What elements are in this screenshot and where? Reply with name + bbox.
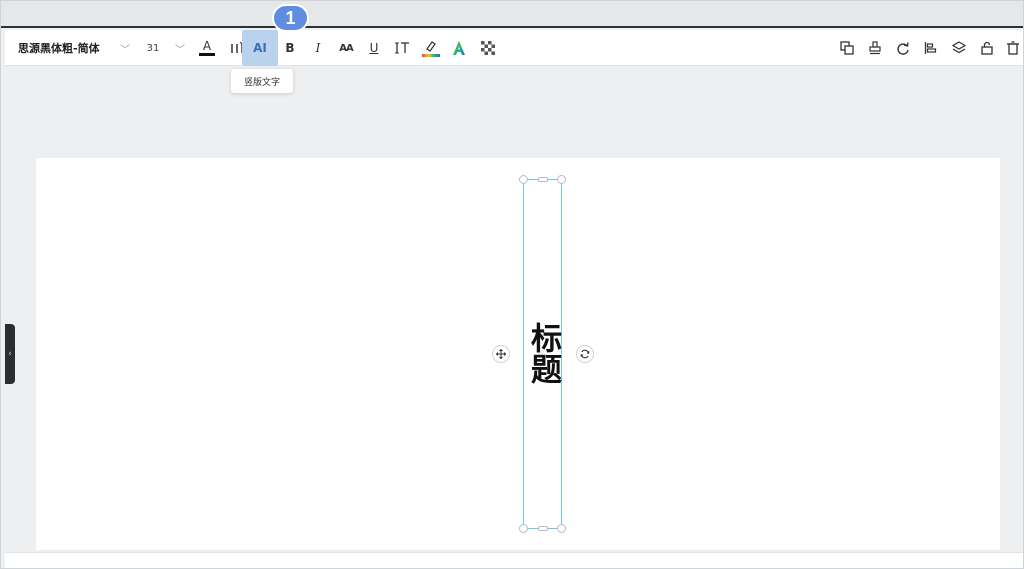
redo-button[interactable]	[892, 30, 914, 66]
layers-button[interactable]	[948, 30, 970, 66]
layers-icon	[952, 41, 966, 54]
bottom-bar	[5, 552, 1024, 569]
gradient-text-button[interactable]	[448, 30, 470, 66]
line-height-button[interactable]	[391, 30, 413, 66]
move-icon	[496, 349, 506, 359]
redo-icon	[897, 42, 909, 55]
vertical-text-icon: AI	[253, 41, 267, 55]
vertical-text-button[interactable]: AI	[242, 30, 278, 66]
chevron-down-icon: ﹀	[175, 44, 185, 56]
chevron-down-icon: ﹀	[120, 44, 130, 56]
font-size-value: 31	[146, 42, 160, 54]
format-painter-button[interactable]	[864, 30, 886, 66]
letter-spacing-icon: AA	[339, 42, 354, 54]
resize-handle-bottom[interactable]	[538, 526, 548, 531]
underline-icon: U	[369, 41, 379, 55]
highlight-button[interactable]	[419, 30, 443, 66]
resize-handle-top-right[interactable]	[557, 175, 566, 184]
step-badge: 1	[272, 4, 309, 32]
resize-handle-top-left[interactable]	[519, 175, 528, 184]
svg-text:A: A	[203, 39, 212, 53]
copy-button[interactable]	[836, 30, 858, 66]
delete-button[interactable]	[1004, 30, 1022, 66]
move-button[interactable]	[492, 345, 510, 363]
highlight-pen-icon	[422, 41, 440, 57]
text-color-icon: A	[199, 39, 215, 56]
font-size-dropdown[interactable]: ﹀	[173, 30, 187, 66]
text-color-button[interactable]: A	[196, 30, 218, 66]
lock-icon	[981, 41, 993, 55]
line-height-icon	[395, 42, 409, 54]
rotate-icon	[580, 349, 590, 359]
italic-icon: I	[315, 41, 321, 55]
resize-handle-bottom-right[interactable]	[557, 524, 566, 533]
align-button[interactable]	[920, 30, 942, 66]
stamp-icon	[869, 41, 881, 55]
vertical-text-tooltip: 竖版文字	[231, 69, 293, 93]
window-top-strip	[0, 0, 1024, 28]
italic-button[interactable]: I	[307, 30, 329, 66]
copy-icon	[840, 41, 854, 55]
trash-icon	[1007, 41, 1019, 55]
gradient-text-icon	[453, 41, 465, 55]
bold-button[interactable]: B	[279, 30, 301, 66]
align-left-icon	[924, 42, 937, 54]
design-canvas[interactable]	[36, 158, 1000, 550]
transparency-button[interactable]	[477, 30, 499, 66]
resize-handle-top[interactable]	[538, 177, 548, 182]
font-family-label: 思源黑体粗-简体	[18, 42, 100, 55]
chevron-left-icon: ‹	[8, 349, 12, 359]
vertical-title-text[interactable]: 标题	[523, 318, 562, 388]
bold-icon: B	[285, 41, 295, 55]
text-toolbar: 思源黑体粗-简体 ﹀ 31 ﹀ A AI B I AA U	[5, 30, 1024, 66]
rotate-button[interactable]	[576, 345, 594, 363]
underline-button[interactable]: U	[363, 30, 385, 66]
font-family-select[interactable]: 思源黑体粗-简体	[18, 30, 108, 66]
sidebar-toggle[interactable]: ‹	[5, 324, 15, 384]
font-family-dropdown[interactable]: ﹀	[118, 30, 132, 66]
transparency-icon	[481, 41, 495, 55]
lock-button[interactable]	[976, 30, 998, 66]
font-size-select[interactable]: 31	[143, 30, 163, 66]
letter-spacing-button[interactable]: AA	[335, 30, 357, 66]
resize-handle-bottom-left[interactable]	[519, 524, 528, 533]
